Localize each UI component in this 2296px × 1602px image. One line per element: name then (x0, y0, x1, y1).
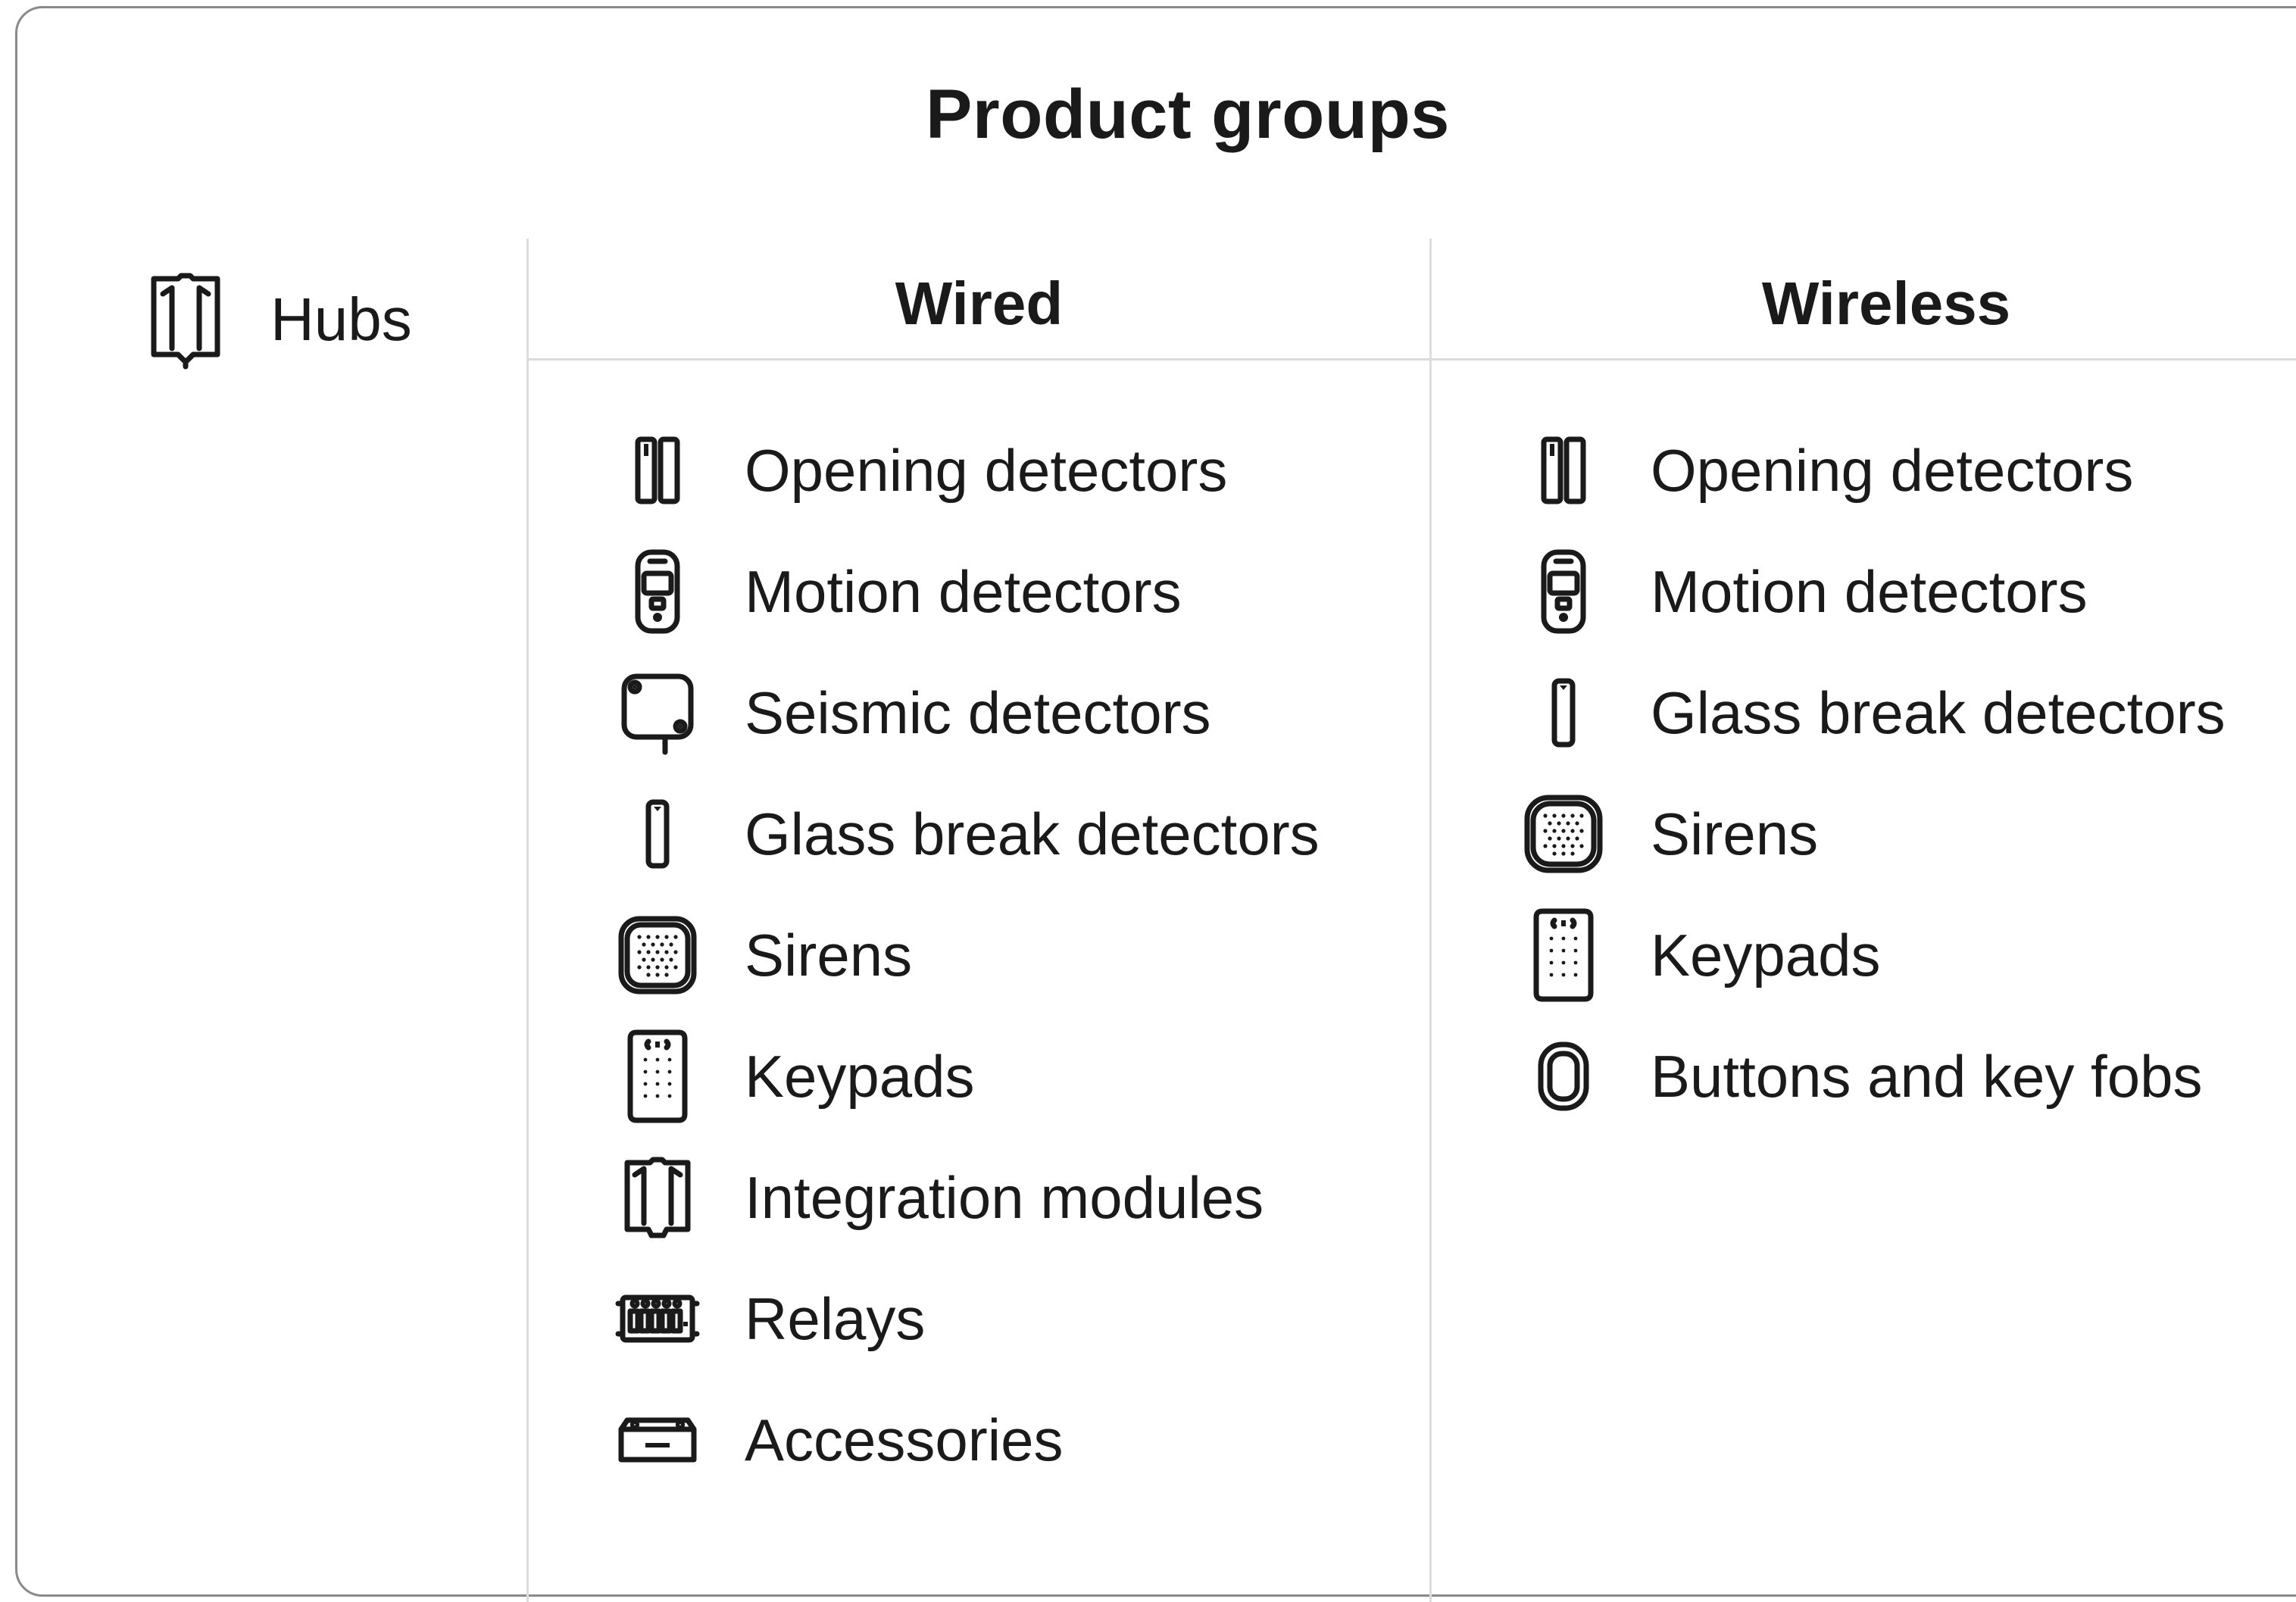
list-item-wired-accessories[interactable]: Accessories (616, 1379, 1320, 1501)
seismic-detector-icon (616, 664, 699, 762)
list-item-wireless-motion[interactable]: Motion detectors (1522, 531, 2226, 652)
divider (1429, 239, 1432, 1602)
list-item-wired-motion[interactable]: Motion detectors (616, 531, 1320, 652)
list-item-wireless-buttons[interactable]: Buttons and key fobs (1522, 1016, 2226, 1137)
list-item-wireless-opening[interactable]: Opening detectors (1522, 410, 2226, 531)
button-key-fob-icon (1522, 1027, 1605, 1126)
list-item-wired-integration[interactable]: Integration modules (616, 1137, 1320, 1258)
motion-detector-icon (616, 542, 699, 641)
list-item-wired-glass[interactable]: Glass break detectors (616, 773, 1320, 895)
list-item-label: Integration modules (745, 1163, 1264, 1231)
list-item-label: Glass break detectors (745, 800, 1320, 867)
wireless-heading: Wireless (1761, 270, 2011, 337)
siren-icon (1522, 785, 1605, 883)
list-item-label: Motion detectors (745, 557, 1182, 625)
keypad-icon (616, 1027, 699, 1126)
glass-break-detector-icon (1522, 664, 1605, 762)
wireless-list: Opening detectors Motion detectors Glass… (1522, 410, 2226, 1137)
list-item-label: Sirens (1651, 800, 1819, 867)
list-item-label: Keypads (745, 1042, 975, 1110)
hubs-link[interactable]: Hubs (148, 270, 412, 370)
list-item-label: Accessories (745, 1406, 1064, 1473)
list-item-label: Buttons and key fobs (1651, 1042, 2203, 1110)
siren-icon (616, 906, 699, 1004)
glass-break-detector-icon (616, 785, 699, 883)
list-item-wireless-sirens[interactable]: Sirens (1522, 773, 2226, 895)
list-item-label: Motion detectors (1651, 557, 2088, 625)
list-item-label: Relays (745, 1285, 926, 1352)
list-item-wired-opening[interactable]: Opening detectors (616, 410, 1320, 531)
integration-module-icon (616, 1148, 699, 1247)
list-item-label: Keypads (1651, 921, 1881, 988)
accessory-icon (616, 1391, 699, 1489)
opening-detector-icon (616, 421, 699, 520)
motion-detector-icon (1522, 542, 1605, 641)
divider (526, 239, 529, 1602)
list-item-label: Opening detectors (1651, 436, 2134, 504)
relay-icon (615, 1269, 700, 1368)
product-groups-card: Product groups Hubs Wired Wireless Openi… (15, 6, 2296, 1602)
list-item-wired-relays[interactable]: Relays (615, 1258, 1320, 1379)
list-item-wired-sirens[interactable]: Sirens (616, 895, 1320, 1016)
hub-icon (148, 273, 223, 370)
list-item-wireless-keypads[interactable]: Keypads (1522, 895, 2226, 1016)
page-title: Product groups (926, 76, 1450, 153)
list-item-label: Opening detectors (745, 436, 1228, 504)
divider (526, 358, 2296, 361)
list-item-wireless-glass[interactable]: Glass break detectors (1522, 652, 2226, 773)
list-item-label: Glass break detectors (1651, 679, 2226, 746)
list-item-wired-seismic[interactable]: Seismic detectors (616, 652, 1320, 773)
list-item-label: Seismic detectors (745, 679, 1211, 746)
wired-list: Opening detectors Motion detectors Seism… (615, 410, 1320, 1501)
opening-detector-icon (1522, 421, 1605, 520)
hubs-label: Hubs (270, 286, 412, 353)
list-item-wired-keypads[interactable]: Keypads (616, 1016, 1320, 1137)
wired-heading: Wired (895, 270, 1064, 337)
keypad-icon (1522, 906, 1605, 1004)
list-item-label: Sirens (745, 921, 913, 988)
